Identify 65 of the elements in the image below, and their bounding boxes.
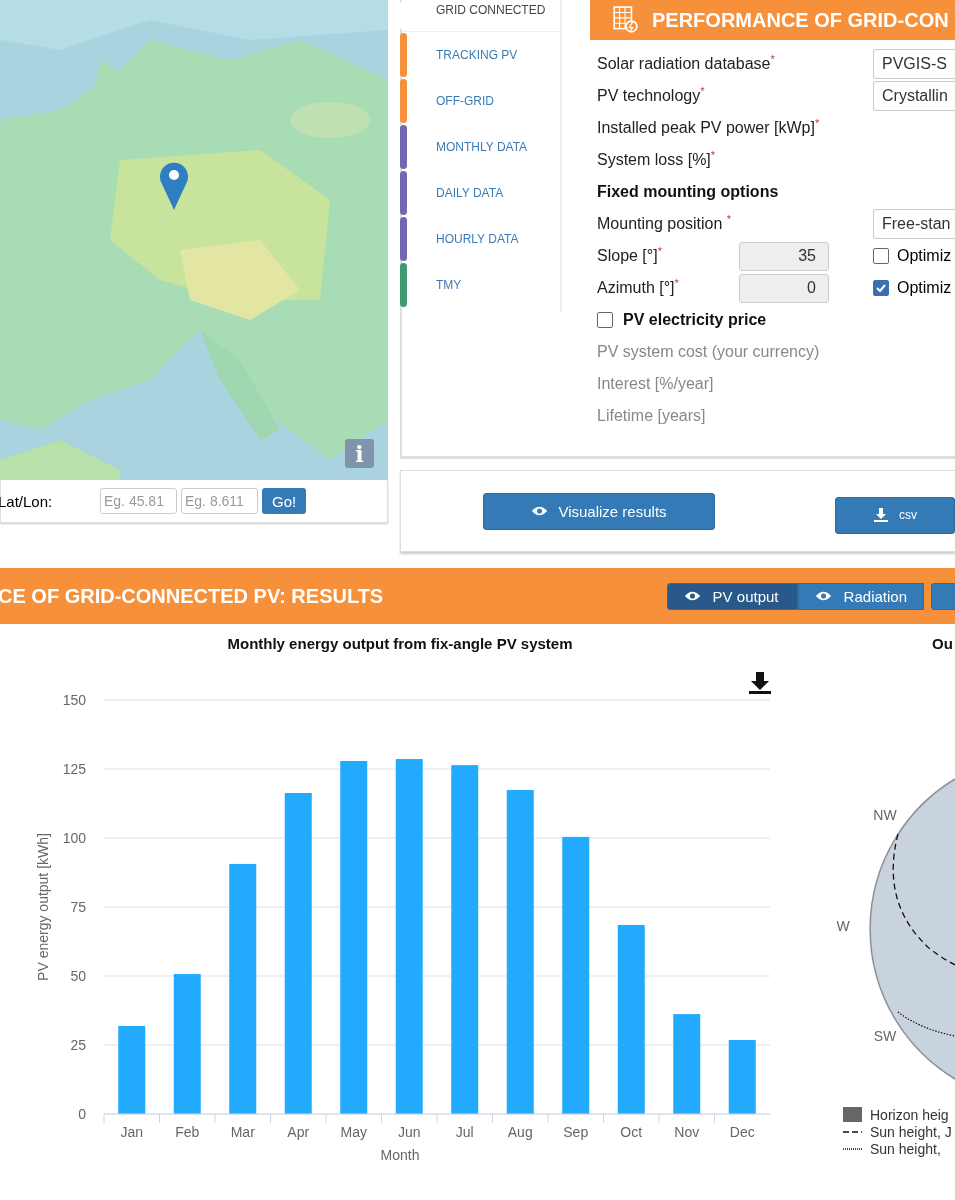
- axis-tick-label: Jan: [120, 1124, 144, 1140]
- view-toggle-button[interactable]: Radiation: [797, 582, 924, 610]
- axis-tick-label: 25: [70, 1037, 86, 1053]
- select-field[interactable]: PVGIS-S: [873, 49, 955, 79]
- legend-label: Sun height,: [870, 1141, 941, 1157]
- number-field[interactable]: 35: [739, 241, 829, 271]
- info-button[interactable]: i: [345, 439, 374, 468]
- axis-tick-label: Feb: [175, 1124, 200, 1140]
- form-title: PERFORMANCE OF GRID-CON: [652, 8, 949, 32]
- field-label: Mounting position $^{*}$: [597, 211, 732, 234]
- select-field[interactable]: Crystallin: [873, 81, 955, 111]
- axis-title: PV energy output [kWh]: [35, 833, 51, 981]
- compass-label: SW: [873, 1028, 897, 1044]
- axis-tick-label: Dec: [729, 1124, 755, 1140]
- chart-title: Monthly energy output from fix-angle PV system: [227, 635, 573, 652]
- axis-tick-label: Nov: [674, 1124, 700, 1140]
- nav-tab[interactable]: OFF-GRID: [402, 78, 560, 124]
- lat-lon-label: Lat/Lon:: [0, 492, 54, 510]
- axis-tick-label: Mar: [230, 1124, 255, 1140]
- axis-tick-label: 0: [78, 1106, 86, 1122]
- latitude-field[interactable]: Eg. 45.81: [100, 488, 177, 514]
- field-label: PV system cost (your currency): [597, 342, 821, 362]
- legend-label: Horizon heig: [870, 1107, 949, 1123]
- visualize-button[interactable]: Visualize results: [483, 492, 715, 530]
- nav-tab[interactable]: TMY: [402, 262, 560, 308]
- axis-tick-label: 150: [62, 692, 86, 708]
- checkbox-label: Optimiz: [897, 279, 952, 297]
- checkbox-label: Optimiz: [897, 247, 952, 265]
- nav-tab[interactable]: DAILY DATA: [402, 170, 560, 216]
- field-label: Solar radiation database$^{*}$: [597, 51, 775, 74]
- field-label: PV technology$^{*}$: [597, 83, 705, 106]
- select-field[interactable]: Free-stan: [873, 209, 955, 239]
- field-label: System loss [%]$^{*}$: [597, 147, 717, 170]
- nav-tab[interactable]: TRACKING PV: [402, 32, 560, 78]
- axis-title: Month: [380, 1147, 420, 1163]
- axis-tick-label: Aug: [507, 1124, 533, 1140]
- legend-label: Sun height, J: [870, 1124, 952, 1140]
- axis-tick-label: 125: [62, 761, 86, 777]
- view-toggle-button[interactable]: PV output: [666, 582, 798, 610]
- compass-label: NW: [873, 807, 897, 823]
- axis-tick-label: May: [340, 1124, 367, 1140]
- checkbox-label: PV electricity price: [623, 311, 767, 329]
- axis-tick-label: Oct: [620, 1124, 643, 1140]
- field-label: Azimuth [°]$^{*}$: [597, 275, 680, 298]
- nav-tab[interactable]: GRID CONNECTED: [402, 0, 560, 32]
- section-heading: Fixed mounting options: [597, 182, 780, 202]
- nav-tab[interactable]: MONTHLY DATA: [402, 124, 560, 170]
- number-field[interactable]: 0: [739, 273, 829, 303]
- field-label: Interest [%/year]: [597, 374, 715, 394]
- axis-tick-label: Jul: [455, 1124, 474, 1140]
- chart-title: Ou: [932, 635, 953, 652]
- nav-tab[interactable]: HOURLY DATA: [402, 216, 560, 262]
- axis-tick-label: 75: [70, 899, 86, 915]
- axis-tick-label: 50: [70, 968, 86, 984]
- field-label: Slope [°]$^{*}$: [597, 243, 663, 266]
- go-button[interactable]: Go!: [262, 488, 307, 514]
- axis-tick-label: 100: [62, 830, 86, 846]
- axis-tick-label: Jun: [397, 1124, 421, 1140]
- longitude-field[interactable]: Eg. 8.611: [181, 488, 258, 514]
- axis-tick-label: Sep: [563, 1124, 589, 1140]
- field-label: Installed peak PV power [kWp]$^{*}$: [597, 115, 821, 138]
- csv-download-button[interactable]: csv: [835, 496, 955, 534]
- compass-label: W: [836, 918, 850, 934]
- axis-tick-label: Apr: [287, 1124, 310, 1140]
- field-label: Lifetime [years]: [597, 406, 707, 426]
